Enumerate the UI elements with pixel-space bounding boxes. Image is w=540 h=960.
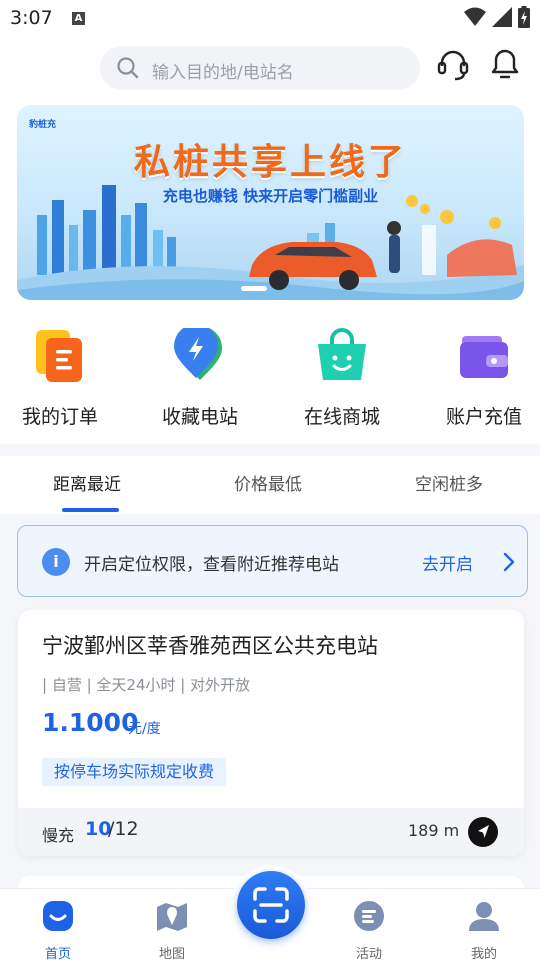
signal-icon [492, 7, 512, 27]
banner-headline: 私桩共享上线了 [133, 142, 407, 183]
search-bar[interactable]: 输入目的地/电站名 [100, 46, 420, 90]
station-list: i 开启定位权限，查看附近推荐电站 去开启 宁波鄞州区莘香雅苑西区公共充电站 |… [0, 514, 540, 906]
home-icon [43, 901, 73, 931]
status-bar: 3:07 A [0, 0, 540, 36]
shortcut-online-shop[interactable]: 在线商城 [282, 328, 402, 429]
system-icons [464, 6, 530, 28]
parking-fee-badge: 按停车场实际规定收费 [42, 758, 227, 786]
price-unit: 元/度 [128, 721, 161, 737]
station-name: 宁波鄞州区莘香雅苑西区公共充电站 [42, 634, 378, 658]
tab-lowest-price[interactable]: 价格最低 [234, 470, 302, 495]
station-card[interactable]: 宁波鄞州区莘香雅苑西区公共充电站 | 自营 | 全天24小时 | 对外开放 1.… [18, 610, 524, 856]
shortcut-my-orders[interactable]: 我的订单 [0, 328, 120, 429]
charge-type: 慢充 [42, 826, 75, 845]
station-price: 1.1000 [42, 708, 139, 737]
navigate-button[interactable] [468, 817, 498, 847]
search-icon [117, 57, 139, 79]
shop-icon [318, 328, 366, 380]
banner-subline: 充电也赚钱 快来开启零门槛副业 [162, 187, 379, 205]
battery-icon [518, 6, 530, 28]
scan-button-face [237, 871, 305, 939]
scan-icon [253, 887, 289, 923]
enable-location-link[interactable]: 去开启 [422, 550, 473, 575]
customer-service-icon[interactable] [436, 48, 470, 82]
notification-a-icon: A [72, 12, 85, 25]
shortcut-favorite-stations[interactable]: 收藏电站 [140, 324, 260, 429]
shortcut-account-recharge[interactable]: 账户充值 [424, 328, 540, 429]
tab-nearest[interactable]: 距离最近 [53, 470, 121, 495]
shortcut-label: 在线商城 [303, 406, 380, 428]
nav-map[interactable]: 地图 [132, 899, 212, 960]
chevron-right-icon [503, 552, 515, 572]
orders-icon [36, 330, 82, 382]
banner-page-indicator [241, 286, 267, 291]
nav-label: 首页 [44, 947, 71, 960]
tab-most-idle[interactable]: 空闲桩多 [415, 470, 483, 495]
shortcut-label: 我的订单 [21, 406, 98, 428]
station-card-footer: 慢充 10 /12 189 m [18, 808, 524, 856]
info-icon: i [42, 548, 70, 576]
shortcut-label: 账户充值 [445, 406, 522, 428]
nav-home[interactable]: 首页 [18, 899, 98, 960]
bell-icon[interactable] [490, 48, 520, 80]
home-header: 输入目的地/电站名 豹桩充 私桩共享上线了 充电也赚钱 快来开启零门槛副业 我的… [0, 36, 540, 444]
shortcut-label: 收藏电站 [161, 406, 238, 428]
activity-icon [354, 901, 384, 931]
scan-button[interactable] [231, 865, 311, 945]
nav-label: 我的 [470, 947, 497, 960]
station-tags: | 自营 | 全天24小时 | 对外开放 [42, 676, 251, 694]
active-tab-indicator [62, 508, 119, 512]
distance: 189 m [408, 821, 460, 840]
favorite-station-icon [174, 324, 222, 380]
location-permission-notice[interactable]: i 开启定位权限，查看附近推荐电站 去开启 [17, 525, 528, 597]
nav-profile[interactable]: 我的 [444, 899, 524, 960]
nav-activity[interactable]: 活动 [329, 899, 409, 960]
sort-tabs: 距离最近 价格最低 空闲桩多 [0, 456, 540, 514]
profile-icon [469, 902, 499, 931]
banner-logo: 豹桩充 [29, 120, 57, 130]
navigation-arrow-icon [478, 825, 489, 838]
shortcut-grid: 我的订单 收藏电站 在线商城 账户充值 [0, 324, 540, 429]
search-placeholder: 输入目的地/电站名 [152, 63, 294, 83]
nav-label: 活动 [355, 947, 382, 960]
nav-label: 地图 [158, 947, 185, 960]
total-count: /12 [108, 818, 139, 840]
status-time: 3:07 [10, 7, 53, 29]
notice-text: 开启定位权限，查看附近推荐电站 [84, 555, 339, 575]
wifi-icon [464, 7, 486, 26]
promo-banner[interactable]: 豹桩充 私桩共享上线了 充电也赚钱 快来开启零门槛副业 [17, 105, 524, 300]
wallet-icon [460, 336, 508, 378]
map-icon [157, 903, 187, 931]
